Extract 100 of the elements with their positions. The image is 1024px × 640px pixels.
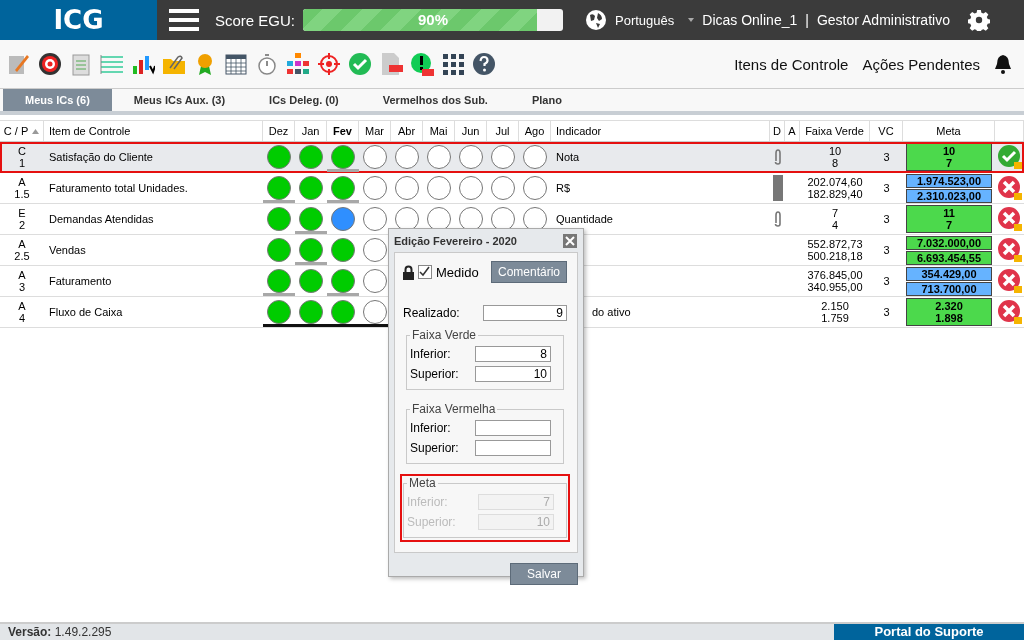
input-field[interactable]: 8 [475,345,551,362]
help-icon[interactable] [472,52,496,76]
error-lock-icon[interactable] [996,299,1023,325]
error-lock-icon[interactable] [996,237,1023,263]
status-circle[interactable] [523,207,547,231]
column-header: D [770,121,785,141]
table-cell: A [18,176,26,188]
column-header: A [785,121,800,141]
stopwatch-icon[interactable] [255,52,279,76]
pdf-file-icon[interactable] [379,52,403,76]
support-portal-link[interactable]: Portal do Suporte [834,624,1024,640]
status-circle[interactable] [523,176,547,200]
status-circle[interactable] [459,207,483,231]
status-circle[interactable] [267,300,291,324]
status-circle[interactable] [331,238,355,262]
table-cell: 552.872,73 [807,238,863,250]
paperclip-icon[interactable] [773,149,782,165]
meta-value: 10 [942,145,956,157]
status-circle[interactable] [523,145,547,169]
language-selector[interactable]: Português [615,12,675,28]
status-circle[interactable] [299,238,323,262]
status-circle[interactable] [331,145,355,169]
status-circle[interactable] [363,207,387,231]
error-lock-icon[interactable] [996,268,1023,294]
status-circle[interactable] [363,269,387,293]
table-cell: Nota [556,151,580,163]
notepad-pencil-icon[interactable] [7,52,31,76]
column-header[interactable]: Indicador [551,121,770,141]
status-circle[interactable] [363,238,387,262]
nav-link[interactable]: Ações Pendentes [862,55,980,73]
month-header: Mai [423,121,455,141]
status-circle[interactable] [299,300,323,324]
status-circle[interactable] [299,207,323,231]
table-row[interactable]: A 1.5 Faturamento total Unidades. R$ 202.074,60 182.829,40 3 1.974.523,00 2.310.023,00 [0,173,1024,204]
status-circle[interactable] [427,145,451,169]
status-circle[interactable] [267,176,291,200]
input-field[interactable]: 9 [483,304,567,321]
tab[interactable]: Plano [509,89,584,111]
column-header[interactable]: C / P [0,121,44,141]
status-circle[interactable] [363,300,387,324]
status-circle[interactable] [331,300,355,324]
dropdown-caret-icon[interactable] [688,18,695,22]
status-circle[interactable] [299,176,323,200]
status-circle[interactable] [491,207,515,231]
input-field[interactable] [475,439,551,456]
status-circle[interactable] [299,145,323,169]
month-header: Dez [263,121,295,141]
status-circle[interactable] [459,145,483,169]
table-cell: E [18,207,26,219]
status-circle[interactable] [267,269,291,293]
status-circle[interactable] [331,207,355,231]
table-cell: 3 [883,151,890,163]
alert-off-icon[interactable] [410,52,434,76]
status-circle[interactable] [395,145,419,169]
settings-icon[interactable] [967,9,990,31]
folder-clip-icon[interactable] [162,52,186,76]
status-circle[interactable] [267,207,291,231]
sort-ascending-icon[interactable] [32,128,40,134]
input-field[interactable]: 10 [475,365,551,382]
column-header[interactable]: Item de Controle [44,121,263,141]
org-chart-icon[interactable] [286,52,310,76]
status-circle[interactable] [395,176,419,200]
error-lock-icon[interactable] [996,175,1023,201]
table-row[interactable]: C 1 Satisfação do Cliente Nota 10 8 3 10 7 [0,142,1024,173]
tab[interactable]: ICs Deleg. (0) [247,89,361,111]
status-circle[interactable] [491,176,515,200]
app-logo[interactable]: ICG [0,0,157,40]
paperclip-icon[interactable] [773,211,782,227]
status-circle[interactable] [299,269,323,293]
error-lock-icon[interactable] [996,206,1023,232]
status-circle[interactable] [331,176,355,200]
check-circle-icon[interactable] [348,52,372,76]
grid-icon[interactable] [441,52,465,76]
table-cell: 3 [883,244,890,256]
status-circle[interactable] [363,145,387,169]
status-circle[interactable] [459,176,483,200]
status-circle[interactable] [267,145,291,169]
measured-checkbox[interactable] [418,265,432,279]
crosshair-icon[interactable] [317,52,341,76]
nav-link[interactable]: Itens de Controle [734,55,849,73]
input-field[interactable] [475,419,551,436]
meta-value: 7 [945,219,953,231]
status-circle[interactable] [331,269,355,293]
check-lock-icon[interactable] [996,144,1023,170]
status-circle[interactable] [427,207,451,231]
clipboard-icon[interactable] [69,52,93,76]
status-circle[interactable] [491,145,515,169]
tab[interactable]: Meus ICs Aux. (3) [111,89,248,111]
status-circle[interactable] [395,207,419,231]
table-cell: 1 [18,157,26,169]
target-icon[interactable] [38,52,62,76]
close-icon[interactable] [563,234,577,248]
month-header: Jan [295,121,327,141]
status-circle[interactable] [427,176,451,200]
notification-bell-icon[interactable] [994,54,1012,74]
menu-icon[interactable] [169,8,199,32]
calendar-icon[interactable] [224,52,248,76]
status-circle[interactable] [267,238,291,262]
tab[interactable]: Vermelhos dos Sub. [360,89,510,111]
status-circle[interactable] [363,176,387,200]
